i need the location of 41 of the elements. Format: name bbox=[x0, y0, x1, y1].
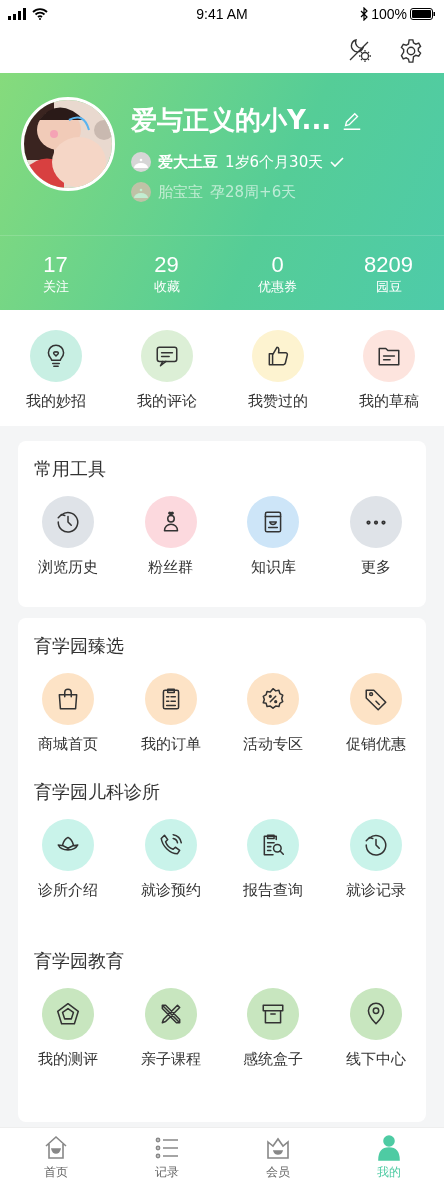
shortcut-button[interactable]: 浏览历史 bbox=[18, 496, 118, 577]
tab[interactable]: 首页 bbox=[0, 1128, 111, 1187]
section-title: 育学园教育 bbox=[33, 949, 125, 973]
shortcut-button[interactable]: 粉丝群 bbox=[120, 496, 221, 577]
section-title: 育学园臻选 bbox=[33, 634, 125, 658]
section-title: 育学园儿科诊所 bbox=[33, 780, 161, 804]
child-avatar-icon bbox=[131, 152, 151, 172]
shortcut-button[interactable]: 感统盒子 bbox=[223, 988, 324, 1069]
shortcut-button[interactable]: 商城首页 bbox=[18, 673, 118, 754]
shortcut-button[interactable]: 我的订单 bbox=[120, 673, 221, 754]
tab[interactable]: 会员 bbox=[222, 1128, 333, 1187]
shortcut-button[interactable]: 知识库 bbox=[223, 496, 324, 577]
shortcut-button[interactable]: 我的评论 bbox=[116, 330, 217, 411]
pentagon-icon bbox=[55, 1001, 81, 1027]
battery-icon bbox=[410, 8, 436, 20]
shortcut-button[interactable]: 线下中心 bbox=[325, 988, 426, 1069]
settings-icon[interactable] bbox=[398, 37, 424, 64]
shortcut-button[interactable]: 报告查询 bbox=[223, 819, 324, 900]
shortcut-button[interactable]: 亲子课程 bbox=[120, 988, 221, 1069]
bluetooth-icon bbox=[360, 7, 369, 21]
child-avatar-icon bbox=[131, 182, 151, 202]
shortcut-button[interactable]: 促销优惠 bbox=[325, 673, 426, 754]
shortcut-button[interactable]: 就诊预约 bbox=[120, 819, 221, 900]
tab[interactable]: 记录 bbox=[111, 1128, 222, 1187]
wifi-icon bbox=[32, 8, 48, 20]
signal-icon bbox=[8, 8, 26, 20]
check-icon bbox=[330, 156, 345, 168]
shortcut-button[interactable]: 活动专区 bbox=[223, 673, 324, 754]
battery-percent: 100% bbox=[371, 6, 407, 22]
clock-icon bbox=[55, 509, 81, 535]
shortcut-button[interactable]: 我的测评 bbox=[18, 988, 118, 1069]
shortcut-button[interactable]: 就诊记录 bbox=[325, 819, 426, 900]
shortcut-button[interactable]: 更多 bbox=[325, 496, 426, 577]
shortcut-button[interactable]: 我的草稿 bbox=[338, 330, 439, 411]
more-icon bbox=[365, 519, 386, 525]
section-title: 常用工具 bbox=[33, 457, 107, 481]
user-name: 爱与正义的小Y... bbox=[131, 104, 332, 137]
shortcut-button[interactable]: 我赞过的 bbox=[227, 330, 328, 411]
status-time: 9:41 AM bbox=[196, 6, 248, 22]
shortcut-button[interactable]: 诊所介绍 bbox=[18, 819, 118, 900]
shortcut-button[interactable]: 我的妙招 bbox=[5, 330, 106, 411]
